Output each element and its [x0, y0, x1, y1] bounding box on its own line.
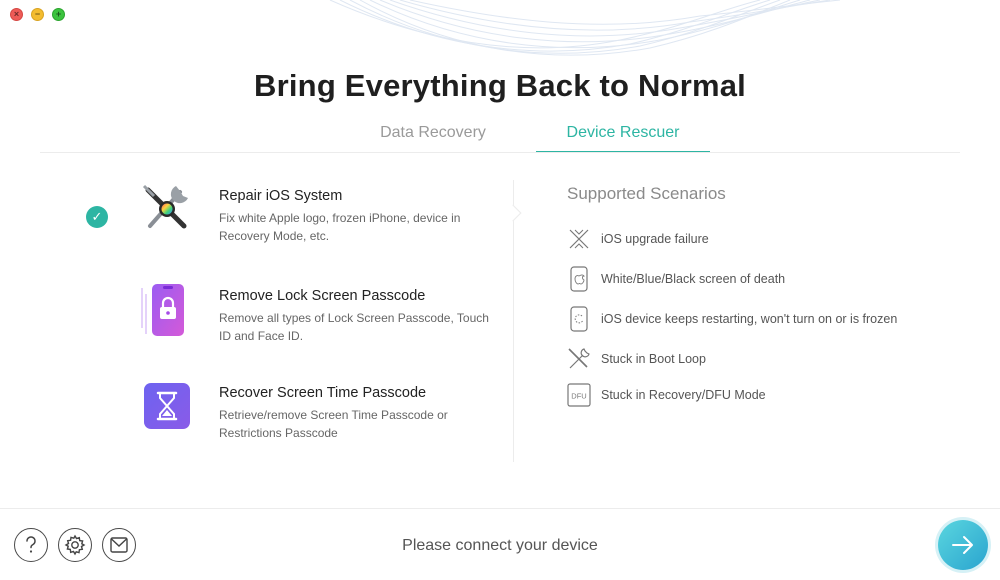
feature-remove-lock-screen[interactable]: Remove Lock Screen Passcode Remove all t…	[80, 278, 500, 358]
dfu-icon: DFU	[567, 383, 591, 407]
scenario-text: White/Blue/Black screen of death	[601, 272, 786, 286]
scenario-item: DFU Stuck in Recovery/DFU Mode	[567, 382, 987, 410]
dfu-icon-label: DFU	[571, 392, 586, 401]
scenario-text: Stuck in Recovery/DFU Mode	[601, 388, 766, 402]
next-button[interactable]	[938, 520, 988, 570]
feature-description: Retrieve/remove Screen Time Passcode or …	[219, 408, 448, 440]
scenario-item: Stuck in Boot Loop	[567, 346, 987, 374]
minimize-window-button[interactable]: −	[31, 8, 44, 21]
hourglass-icon	[144, 383, 190, 429]
background-waves	[329, 0, 841, 56]
scenarios-title: Supported Scenarios	[567, 184, 726, 203]
scenario-text: iOS upgrade failure	[601, 232, 709, 246]
phone-restart-icon	[570, 306, 588, 332]
checkmark-icon: ✓	[86, 206, 108, 228]
selection-pointer	[504, 204, 522, 222]
feature-name: Recover Screen Time Passcode	[219, 385, 427, 401]
connection-status: Please connect your device	[402, 537, 598, 554]
page-title: Bring Everything Back to Normal	[254, 68, 746, 103]
panel-divider	[513, 180, 514, 462]
close-window-button[interactable]: ×	[10, 8, 23, 21]
tools-icon	[568, 348, 590, 369]
scenario-item: iOS upgrade failure	[567, 226, 987, 254]
tab-divider	[40, 152, 960, 153]
phone-apple-icon	[570, 266, 588, 292]
scenario-item: White/Blue/Black screen of death	[567, 266, 987, 294]
feature-description: Fix white Apple logo, frozen iPhone, dev…	[219, 211, 461, 243]
broken-x-icon	[569, 229, 589, 249]
scenario-text: iOS device keeps restarting, won't turn …	[601, 312, 898, 326]
phone-lock-icon	[141, 284, 184, 336]
scenario-item: iOS device keeps restarting, won't turn …	[567, 306, 987, 334]
maximize-window-button[interactable]: +	[52, 8, 65, 21]
feature-name: Repair iOS System	[219, 188, 343, 204]
window-controls: × − +	[10, 8, 65, 21]
footer-divider	[0, 508, 1000, 509]
feature-description: Remove all types of Lock Screen Passcode…	[219, 311, 489, 343]
wrench-screwdriver-icon	[142, 184, 188, 229]
feature-name: Remove Lock Screen Passcode	[219, 288, 426, 304]
tab-data-recovery[interactable]: Data Recovery	[338, 124, 528, 153]
scenario-text: Stuck in Boot Loop	[601, 352, 706, 366]
mode-tabs: Data Recovery Device Rescuer	[338, 124, 710, 153]
tab-device-rescuer[interactable]: Device Rescuer	[536, 124, 710, 153]
feature-repair-ios-system[interactable]: ✓ Repair iOS System Fix white Apple logo…	[80, 178, 500, 258]
arrow-right-icon	[952, 536, 973, 554]
feature-recover-screen-time[interactable]: Recover Screen Time Passcode Retrieve/re…	[80, 375, 500, 455]
